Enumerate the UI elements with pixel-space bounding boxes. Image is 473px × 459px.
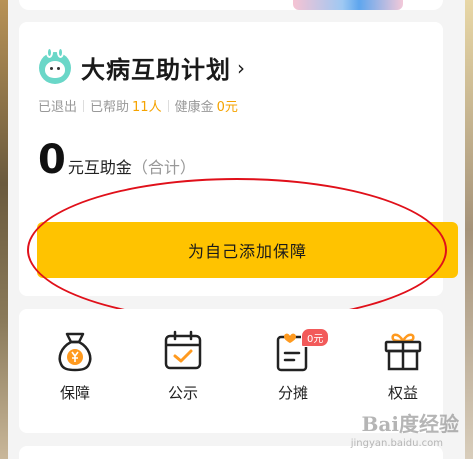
plan-logo-icon <box>39 46 71 84</box>
plan-status: 已退出 <box>38 100 78 115</box>
plan-header[interactable]: 大病互助计划 › <box>39 46 245 85</box>
divider <box>167 99 169 112</box>
watermark-url: jingyan.baidu.com <box>350 438 443 449</box>
money-bag-icon <box>58 332 92 372</box>
shortcut-label: 公示 <box>167 384 198 402</box>
plan-stats: 已退出 已帮助 11人 健康金 0元 <box>38 96 238 115</box>
amount-note: （合计） <box>131 158 196 177</box>
shortcut-coverage[interactable]: 保障 <box>35 328 115 403</box>
right-background-strip <box>465 0 473 459</box>
shortcut-announcement[interactable]: 公示 <box>143 328 223 403</box>
gift-icon <box>384 333 422 371</box>
calendar-check-icon <box>164 330 202 370</box>
shortcut-label: 权益 <box>387 384 418 402</box>
shortcut-label: 分摊 <box>277 384 308 402</box>
helped-label: 已帮助 <box>90 100 130 115</box>
left-background-strip <box>0 0 8 459</box>
top-banner-card[interactable] <box>19 0 443 10</box>
fund-amount: 0 元互助金 （合计） <box>38 140 196 180</box>
helped-count: 11人 <box>132 100 162 115</box>
plan-title: 大病互助计划 <box>81 56 231 84</box>
amount-unit: 元互助金 <box>67 158 132 177</box>
divider <box>83 99 85 112</box>
shortcut-label: 保障 <box>59 384 90 402</box>
shortcut-benefits[interactable]: 权益 <box>363 328 443 403</box>
share-amount-badge: 0元 <box>301 328 330 347</box>
annotation-ellipse <box>27 178 447 322</box>
health-fund-label: 健康金 <box>174 100 214 115</box>
chevron-right-icon[interactable]: › <box>237 58 245 78</box>
shortcut-share[interactable]: 0元 分摊 <box>253 328 333 403</box>
health-fund-value: 0元 <box>216 100 238 115</box>
amount-value: 0 <box>38 137 66 183</box>
banner-illustration <box>293 0 403 10</box>
watermark: Bai度经验 <box>361 412 459 436</box>
